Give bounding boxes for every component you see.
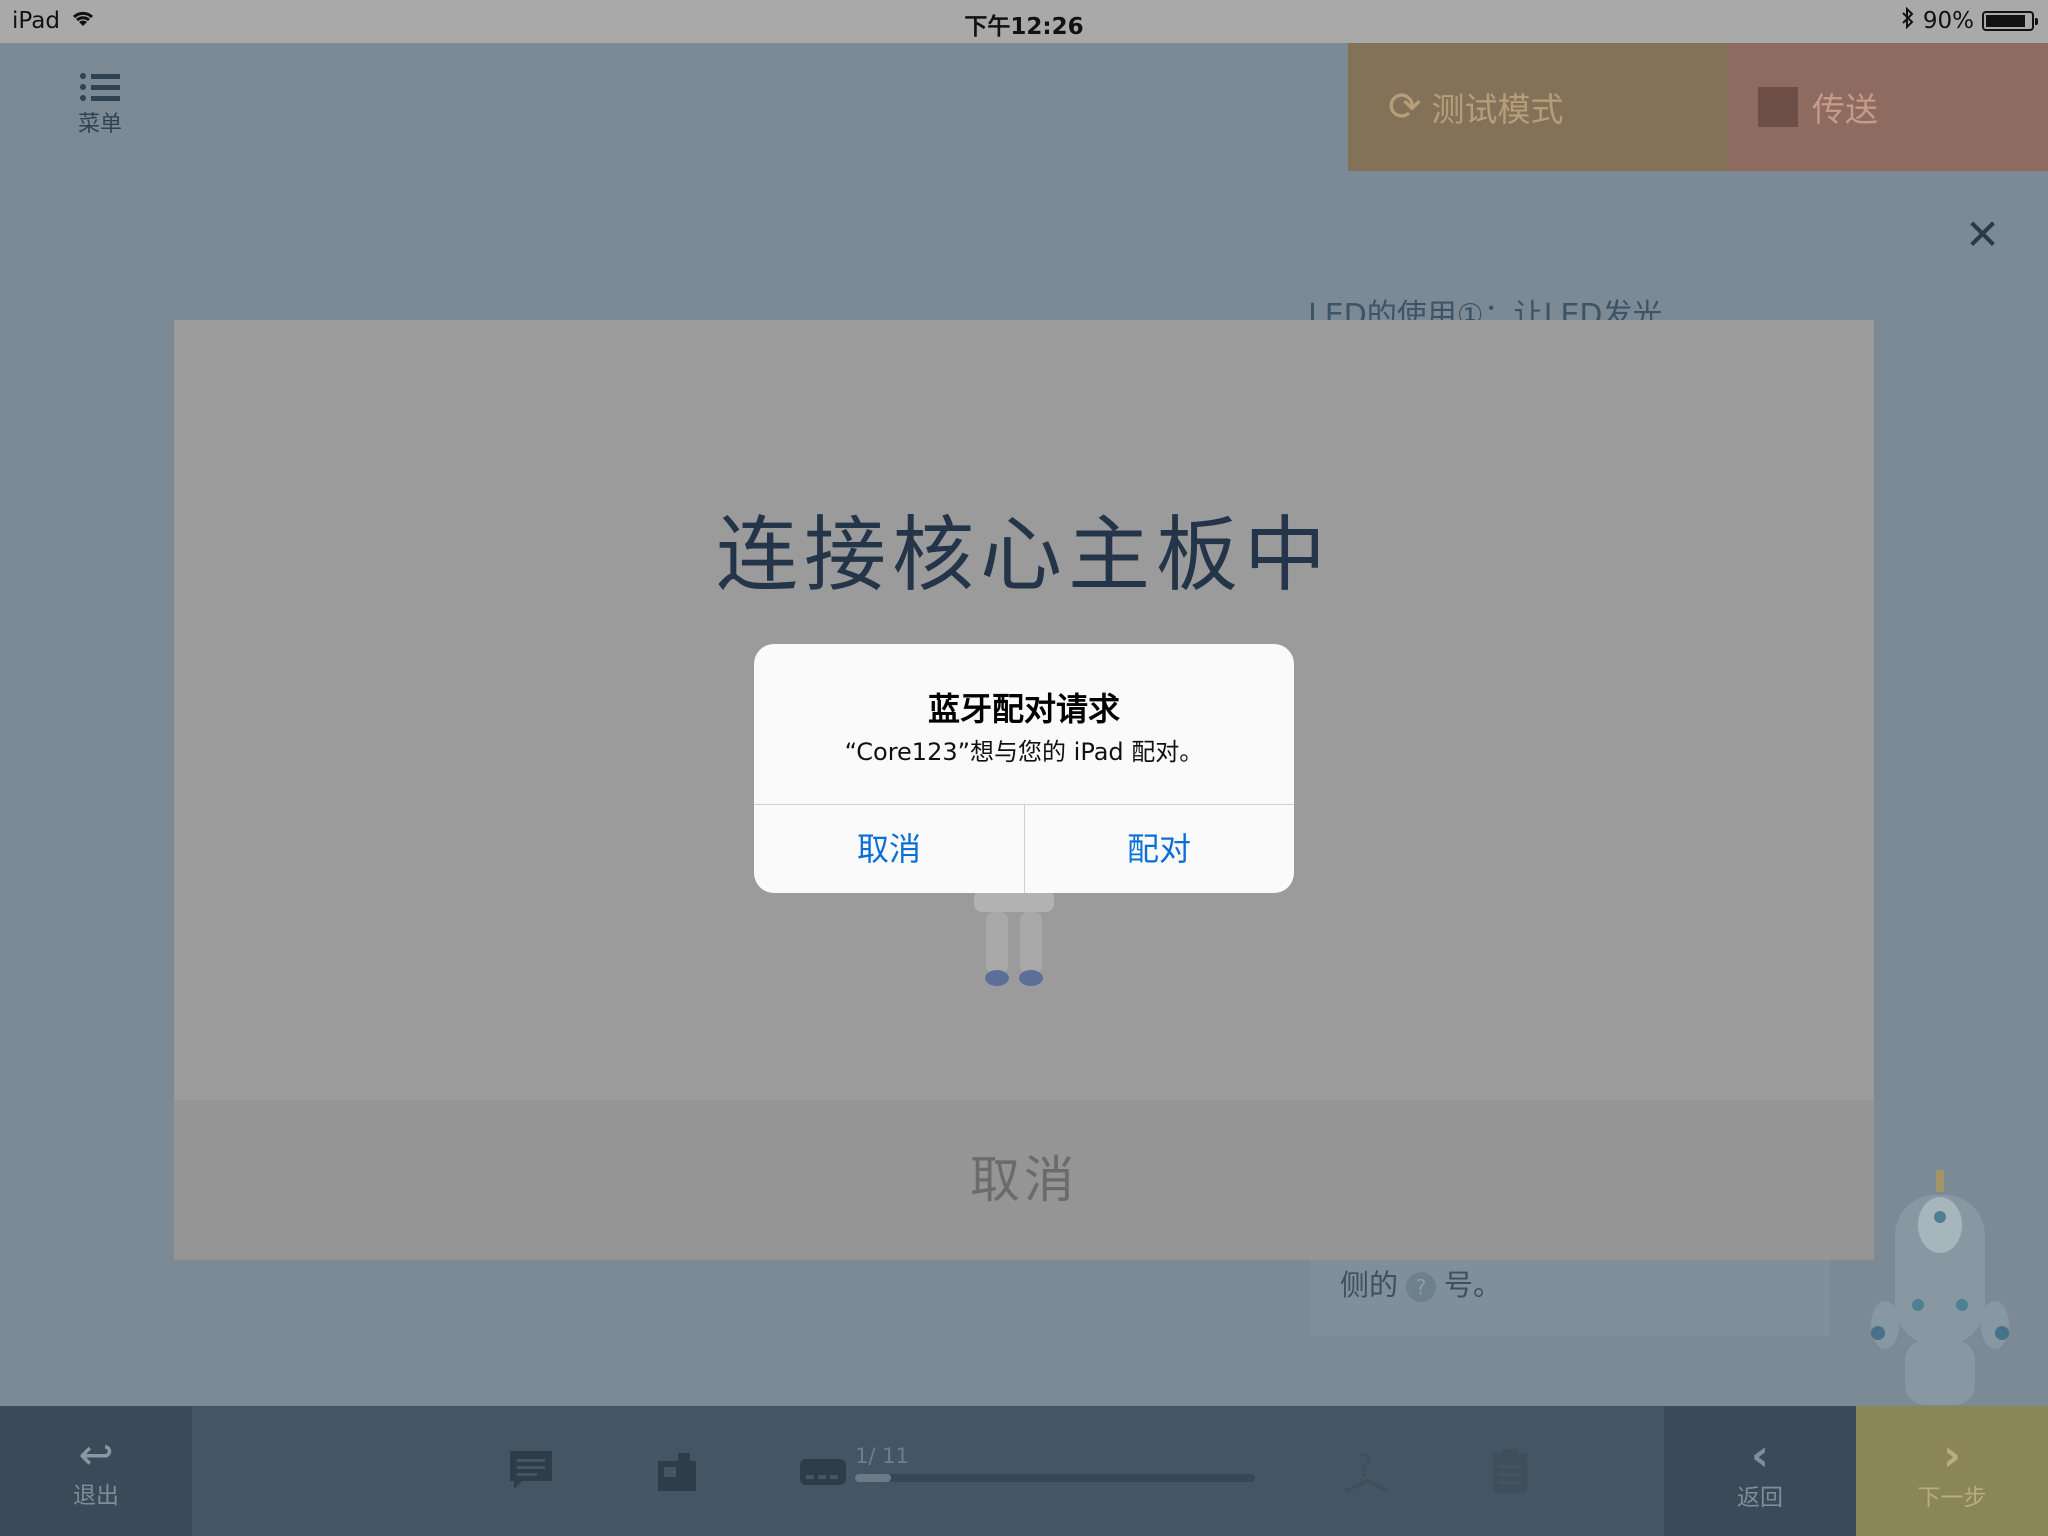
back-button[interactable]: ‹ 返回 (1664, 1406, 1856, 1536)
battery-percent: 90% (1922, 8, 1974, 34)
progress-bar (855, 1474, 1255, 1482)
send-label: 传送 (1812, 90, 1878, 129)
alert-message: “Core123”想与您的 iPad 配对。 (844, 738, 1204, 766)
menu-button[interactable]: 菜单 (70, 73, 130, 138)
bluetooth-pairing-alert: 蓝牙配对请求 “Core123”想与您的 iPad 配对。 取消 配对 (754, 644, 1294, 893)
bottom-toolbar: ↩ 退出 1/ 11 ? ‹ 返回 › 下一步 (0, 1406, 2048, 1536)
transfer-icon (1758, 87, 1798, 127)
refresh-icon: ⟳ (1388, 84, 1422, 130)
connect-title: 连接核心主板中 (715, 508, 1332, 603)
clipboard-icon[interactable] (1490, 1406, 1530, 1536)
list-icon (80, 73, 120, 101)
alert-cancel-button[interactable]: 取消 (754, 805, 1024, 893)
test-mode-button[interactable]: ⟳ 测试模式 (1348, 43, 1728, 171)
exit-button[interactable]: ↩ 退出 (0, 1406, 192, 1536)
next-button[interactable]: › 下一步 (1856, 1406, 2048, 1536)
connect-cancel-button[interactable]: 取消 (174, 1100, 1874, 1260)
svg-text:?: ? (1356, 1447, 1373, 1485)
undo-icon: ↩ (78, 1430, 114, 1479)
close-icon[interactable]: ✕ (1965, 210, 2000, 259)
chevron-left-icon: ‹ (1750, 1430, 1770, 1481)
progress-label: 1/ 11 (855, 1444, 909, 1468)
question-icon: ? (1406, 1272, 1437, 1302)
hint-text: 侧的? 号。 (1340, 1262, 1502, 1304)
blocks-icon[interactable] (656, 1406, 698, 1536)
alert-pair-button[interactable]: 配对 (1024, 805, 1294, 893)
comment-icon[interactable] (508, 1406, 554, 1536)
robot-illustration (974, 890, 1054, 986)
help-icon[interactable]: ? (1342, 1406, 1392, 1536)
battery-level (1986, 15, 2026, 27)
test-mode-label: 测试模式 (1431, 90, 1564, 129)
status-right: 90% (1901, 6, 2038, 35)
hint-suffix: 号。 (1444, 1268, 1503, 1302)
robot-icon[interactable] (798, 1406, 848, 1536)
progress-fill (855, 1474, 892, 1482)
status-time: 下午12:26 (964, 14, 1084, 40)
app-top-bar: 菜单 ⟳ 测试模式 传送 (0, 43, 2048, 171)
chevron-right-icon: › (1942, 1430, 1962, 1481)
send-button[interactable]: 传送 (1728, 43, 2048, 171)
bluetooth-icon (1901, 6, 1915, 35)
status-bar: iPad 下午12:26 90% (0, 0, 2048, 43)
lesson-title: LED的使用①：让LED发光 (1308, 298, 1663, 324)
menu-label: 菜单 (77, 112, 122, 137)
back-label: 返回 (1737, 1485, 1783, 1511)
battery-icon (1982, 11, 2038, 31)
hint-prefix: 侧的 (1340, 1268, 1399, 1302)
alert-title: 蓝牙配对请求 (927, 690, 1120, 728)
exit-label: 退出 (73, 1483, 119, 1509)
next-label: 下一步 (1917, 1485, 1987, 1511)
